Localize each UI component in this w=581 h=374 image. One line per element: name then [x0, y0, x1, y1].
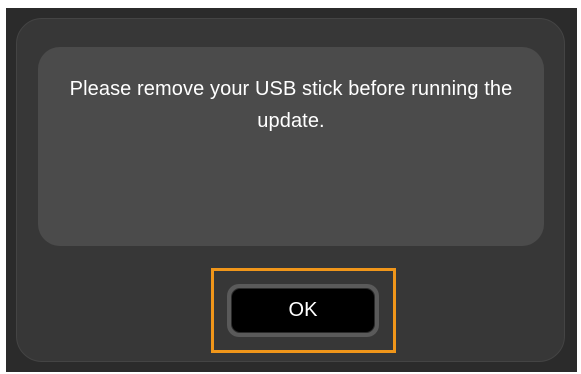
dialog-message: Please remove your USB stick before runn…	[69, 78, 513, 132]
ok-button-label: OK	[231, 288, 375, 333]
message-panel: Please remove your USB stick before runn…	[38, 47, 544, 246]
dialog-backdrop: Please remove your USB stick before runn…	[6, 8, 577, 372]
ok-button[interactable]: OK	[227, 284, 379, 337]
update-dialog: Please remove your USB stick before runn…	[16, 18, 565, 362]
